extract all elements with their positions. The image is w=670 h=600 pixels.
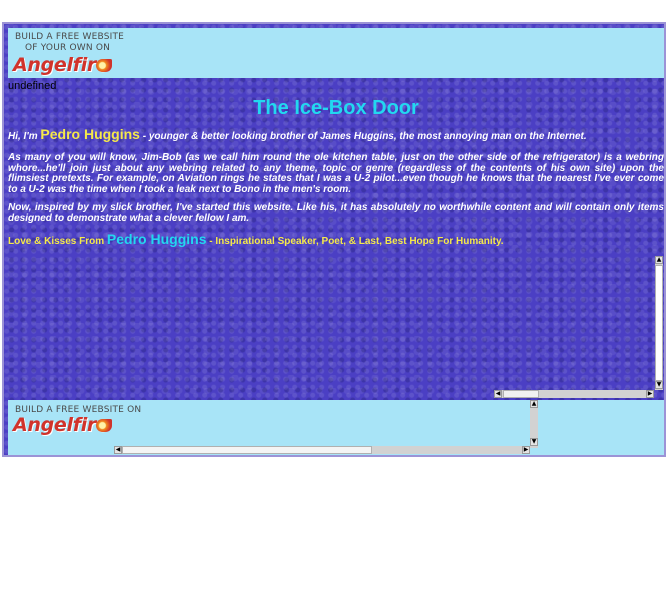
scroll-down-icon[interactable]: ▼	[655, 381, 663, 389]
intro-paragraph: Hi, I'm Pedro Huggins - younger & better…	[8, 126, 664, 143]
page-frame: BUILD A FREE WEBSITE OF YOUR OWN ON Ange…	[2, 22, 666, 457]
angelfire-logo-icon	[96, 419, 112, 432]
scroll-left-icon[interactable]: ◀	[114, 446, 122, 454]
top-ad-line2: OF YOUR OWN ON	[25, 43, 111, 53]
frame-vertical-scroll-thumb[interactable]	[655, 265, 663, 381]
signoff-prefix: Love & Kisses From	[8, 236, 107, 247]
scroll-down-icon[interactable]: ▼	[530, 438, 538, 446]
bottom-ad-logo[interactable]: Angelfire	[13, 414, 109, 436]
top-ad-logo[interactable]: Angelfire	[13, 54, 109, 76]
scroll-up-icon[interactable]: ▲	[655, 256, 663, 264]
scroll-left-icon[interactable]: ◀	[494, 390, 502, 398]
scroll-right-icon[interactable]: ▶	[522, 446, 530, 454]
page-title: The Ice-Box Door	[253, 97, 419, 119]
bottom-ad-horizontal-scroll-thumb[interactable]	[122, 446, 372, 454]
sign-off-line: Love & Kisses From Pedro Huggins - Inspi…	[8, 231, 504, 247]
scroll-up-icon[interactable]: ▲	[530, 400, 538, 408]
intro-prefix: Hi, I'm	[8, 131, 41, 142]
intro-rest: - younger & better looking brother of Ja…	[139, 131, 587, 142]
signoff-name: Pedro Huggins	[106, 231, 207, 247]
undefined-label: undefined	[8, 80, 57, 92]
website-paragraph: Now, inspired by my slick brother, I've …	[8, 202, 664, 224]
webring-paragraph: As many of you will know, Jim-Bob (as we…	[8, 152, 664, 195]
bottom-ad-banner[interactable]: BUILD A FREE WEBSITE ON Angelfire ▲ ▼ ◀ …	[8, 400, 664, 455]
signoff-rest: - Inspirational Speaker, Poet, & Last, B…	[206, 236, 504, 247]
top-ad-line1: BUILD A FREE WEBSITE	[15, 32, 125, 42]
frame-horizontal-scroll-thumb[interactable]	[503, 390, 539, 398]
top-ad-banner[interactable]: BUILD A FREE WEBSITE OF YOUR OWN ON Ange…	[8, 28, 664, 78]
scroll-right-icon[interactable]: ▶	[646, 390, 654, 398]
angelfire-logo-icon	[96, 59, 112, 72]
intro-name: Pedro Huggins	[40, 126, 140, 142]
